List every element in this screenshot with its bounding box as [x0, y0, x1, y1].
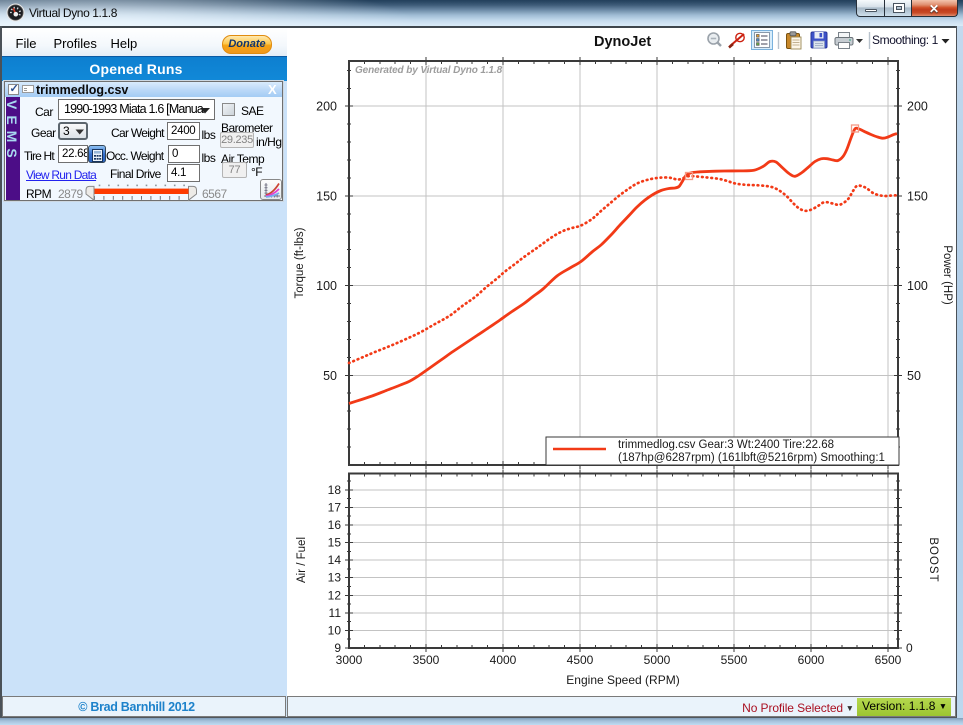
- svg-text:13: 13: [328, 571, 342, 585]
- svg-text:0: 0: [906, 641, 913, 655]
- svg-text:12: 12: [328, 588, 342, 602]
- svg-text:Torque (ft-lbs): Torque (ft-lbs): [294, 227, 306, 298]
- svg-text:3500: 3500: [413, 653, 440, 667]
- svg-text:3000: 3000: [336, 653, 363, 667]
- svg-text:14: 14: [328, 553, 342, 567]
- svg-text:200: 200: [907, 100, 928, 114]
- svg-text:4500: 4500: [567, 653, 594, 667]
- svg-text:150: 150: [316, 189, 337, 203]
- svg-text:150: 150: [907, 189, 928, 203]
- svg-text:trimmedlog.csv Gear:3 Wt:2400: trimmedlog.csv Gear:3 Wt:2400 Tire:22.68: [618, 439, 834, 451]
- svg-text:100: 100: [316, 279, 337, 293]
- svg-text:10: 10: [328, 623, 342, 637]
- svg-text:200: 200: [316, 100, 337, 114]
- svg-text:100: 100: [907, 279, 928, 293]
- svg-text:BOOST: BOOST: [927, 537, 939, 582]
- svg-text:5500: 5500: [721, 653, 748, 667]
- svg-text:50: 50: [907, 369, 921, 383]
- svg-text:Engine Speed (RPM): Engine Speed (RPM): [566, 673, 679, 687]
- svg-text:Generated by Virtual Dyno 1.1.: Generated by Virtual Dyno 1.1.8: [355, 65, 503, 76]
- svg-text:Power (HP): Power (HP): [941, 245, 953, 305]
- svg-text:Air / Fuel: Air / Fuel: [296, 537, 308, 583]
- svg-text:50: 50: [323, 369, 337, 383]
- svg-text:(187hp@6287rpm) (161lbft@5216r: (187hp@6287rpm) (161lbft@5216rpm) Smooth…: [618, 452, 885, 464]
- svg-text:6000: 6000: [798, 653, 825, 667]
- svg-text:16: 16: [328, 518, 342, 532]
- svg-text:18: 18: [328, 483, 342, 497]
- svg-text:15: 15: [328, 536, 342, 550]
- svg-text:17: 17: [328, 500, 342, 514]
- svg-text:4000: 4000: [490, 653, 517, 667]
- svg-text:5000: 5000: [644, 653, 671, 667]
- svg-text:6500: 6500: [875, 653, 902, 667]
- svg-text:11: 11: [329, 606, 342, 620]
